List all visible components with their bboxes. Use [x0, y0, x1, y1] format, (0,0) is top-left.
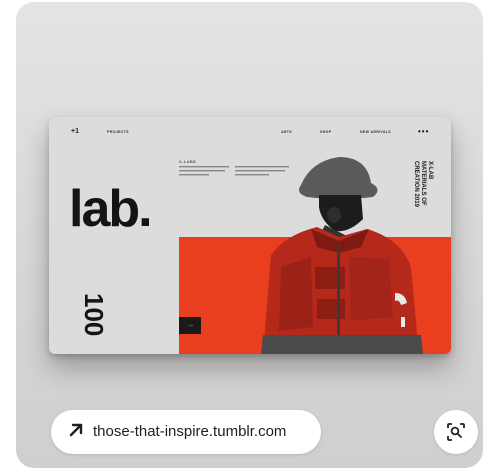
mockup-intro-title: X-LAB8	[179, 159, 196, 164]
visual-search-icon	[447, 423, 465, 441]
mockup-intro-text-lines	[235, 166, 291, 180]
mockup-intro-text-lines	[179, 166, 231, 180]
arrow-right-icon: →	[185, 319, 195, 330]
mockup-nav-bar: +1 PROJECTS ARTS SHOP NEW ARRIVALS •••	[49, 117, 451, 147]
mockup-arrow-button: →	[179, 317, 201, 334]
mockup-menu-dots-icon: •••	[418, 127, 430, 136]
mockup-nav-projects: PROJECTS	[107, 130, 129, 134]
mockup-logo: +1	[71, 128, 79, 135]
pin-card[interactable]: +1 PROJECTS ARTS SHOP NEW ARRIVALS ••• l…	[16, 2, 483, 468]
mockup-nav-item: SHOP	[320, 130, 332, 134]
mockup-headline: lab.	[69, 180, 153, 238]
mockup-vertical-title: X-LAB MATERIALS OF CREATION 2019	[413, 161, 433, 207]
visual-search-button[interactable]	[434, 410, 478, 454]
mockup-nav-item: ARTS	[281, 130, 292, 134]
arrow-up-right-icon	[69, 423, 83, 437]
website-mockup-image: +1 PROJECTS ARTS SHOP NEW ARRIVALS ••• l…	[49, 117, 451, 354]
source-link-label: those-that-inspire.tumblr.com	[93, 423, 287, 440]
mockup-vertical-number: 100	[79, 293, 109, 337]
mockup-nav-item: NEW ARRIVALS	[360, 130, 391, 134]
source-link-button[interactable]: those-that-inspire.tumblr.com	[51, 410, 321, 454]
